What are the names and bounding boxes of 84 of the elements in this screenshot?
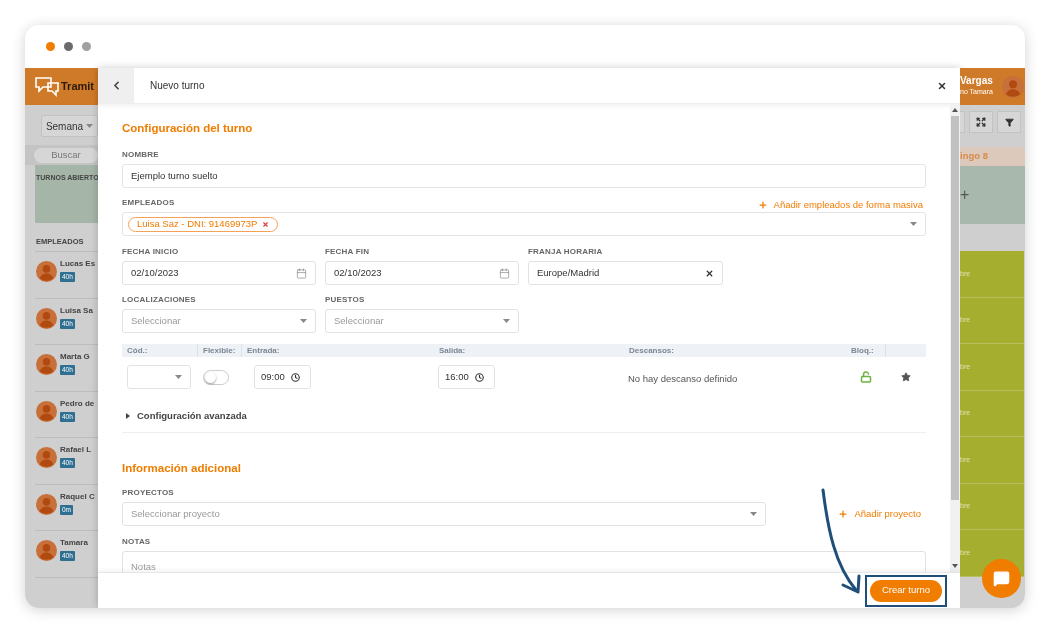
employees-select[interactable]: Luisa Saz - DNI: 91469973P <box>122 212 926 237</box>
bulk-add-link[interactable]: Añadir empleados de forma masiva <box>757 197 923 212</box>
column-header: Entrada: <box>246 344 280 357</box>
clock-icon <box>290 372 300 382</box>
employee-name: Luisa Sa <box>60 304 93 317</box>
clear-icon <box>705 268 714 278</box>
breaks-text: No hay descanso definido <box>628 373 738 385</box>
avatar-icon <box>36 261 57 283</box>
caret-icon <box>503 319 510 324</box>
field-label: NOMBRE <box>122 149 160 162</box>
avatar-icon <box>36 400 57 422</box>
calendar-icon <box>499 267 510 279</box>
employee-name: Lucas Es <box>60 258 96 271</box>
employee-name: Raquel C <box>60 490 95 503</box>
caret-icon <box>86 124 94 128</box>
field-label: PUESTOS <box>325 294 366 307</box>
logo-icon <box>35 76 59 97</box>
filter-icon <box>1004 117 1014 127</box>
caret-icon <box>126 413 130 420</box>
employee-name: Marta G <box>60 351 90 364</box>
user-name: Vargas <box>960 75 993 88</box>
filter-button[interactable] <box>997 111 1021 133</box>
close-icon <box>937 80 947 91</box>
scrollbar[interactable] <box>950 104 960 572</box>
field-label: FRANJA HORARIA <box>528 246 604 259</box>
clock-icon <box>474 372 484 382</box>
date-field[interactable]: 02/10/2023 <box>325 261 519 286</box>
search-field[interactable]: Buscar <box>34 147 98 163</box>
timezone-field[interactable]: Europe/Madrid <box>528 261 723 286</box>
employee-name: Rafael L <box>60 444 92 457</box>
day-header: ingo 8 <box>960 147 1025 166</box>
caret-icon <box>175 375 182 380</box>
time-field[interactable]: 09:00 <box>254 365 311 390</box>
remove-icon <box>262 220 270 228</box>
select-field[interactable]: Seleccionar <box>325 309 519 334</box>
close-button[interactable] <box>937 80 947 91</box>
caret-icon <box>750 511 757 516</box>
avatar-icon <box>36 493 57 515</box>
avatar-icon <box>36 354 57 376</box>
caret-icon <box>300 319 307 324</box>
field-label: PROYECTOS <box>122 486 175 499</box>
plus-icon <box>757 199 768 210</box>
advanced-settings-toggle[interactable]: Configuración avanzada <box>122 409 247 424</box>
column-header: Flexible: <box>202 344 236 357</box>
open-shift-cell[interactable]: + <box>960 166 1025 224</box>
modal-title: Nuevo turno <box>150 79 205 93</box>
avatar-icon <box>1002 75 1024 98</box>
caret-icon <box>910 222 917 227</box>
field-label: LOCALIZACIONES <box>122 294 197 307</box>
field-label: FECHA FIN <box>325 246 371 259</box>
column-header: Salida: <box>438 344 466 357</box>
date-field[interactable]: 02/10/2023 <box>122 261 316 286</box>
column-header: Bloq.: <box>850 344 874 357</box>
view-dropdown[interactable]: Semana <box>41 115 98 137</box>
expand-icon <box>976 117 986 127</box>
unlocked-lock-icon[interactable] <box>860 371 872 384</box>
time-field[interactable]: 16:00 <box>438 365 495 390</box>
field-label: EMPLEADOS <box>122 197 175 210</box>
section-title: Información adicional <box>122 460 242 476</box>
logo-text: Tramit <box>61 79 94 95</box>
column-header: Cód.: <box>126 344 148 357</box>
expand-button[interactable] <box>969 111 993 133</box>
column-header: Descansos: <box>628 344 674 357</box>
chat-icon <box>993 570 1010 587</box>
scroll-up-icon[interactable] <box>952 108 958 112</box>
field-label: NOTAS <box>122 535 152 548</box>
avatar-icon <box>36 447 57 469</box>
employee-name: Tamara <box>60 537 88 550</box>
avatar-icon <box>36 540 57 562</box>
flexible-toggle[interactable] <box>203 369 229 385</box>
name-field[interactable]: Ejemplo turno suelto <box>122 164 926 189</box>
project-select[interactable]: Seleccionar proyecto <box>122 501 766 526</box>
employee-name: Pedro de <box>60 397 95 410</box>
plus-icon <box>838 508 849 519</box>
select-field[interactable]: Seleccionar <box>122 309 316 334</box>
calendar-icon <box>296 267 307 279</box>
avatar-icon <box>36 307 57 329</box>
star-icon[interactable] <box>901 372 911 383</box>
add-project-link[interactable]: Añadir proyecto <box>838 506 921 521</box>
field-label: FECHA INICIO <box>122 246 180 259</box>
scroll-down-icon[interactable] <box>952 564 958 568</box>
create-shift-button[interactable]: Crear turno <box>869 579 942 602</box>
add-sign: + <box>960 187 970 203</box>
section-title: Configuración del turno <box>122 121 254 136</box>
